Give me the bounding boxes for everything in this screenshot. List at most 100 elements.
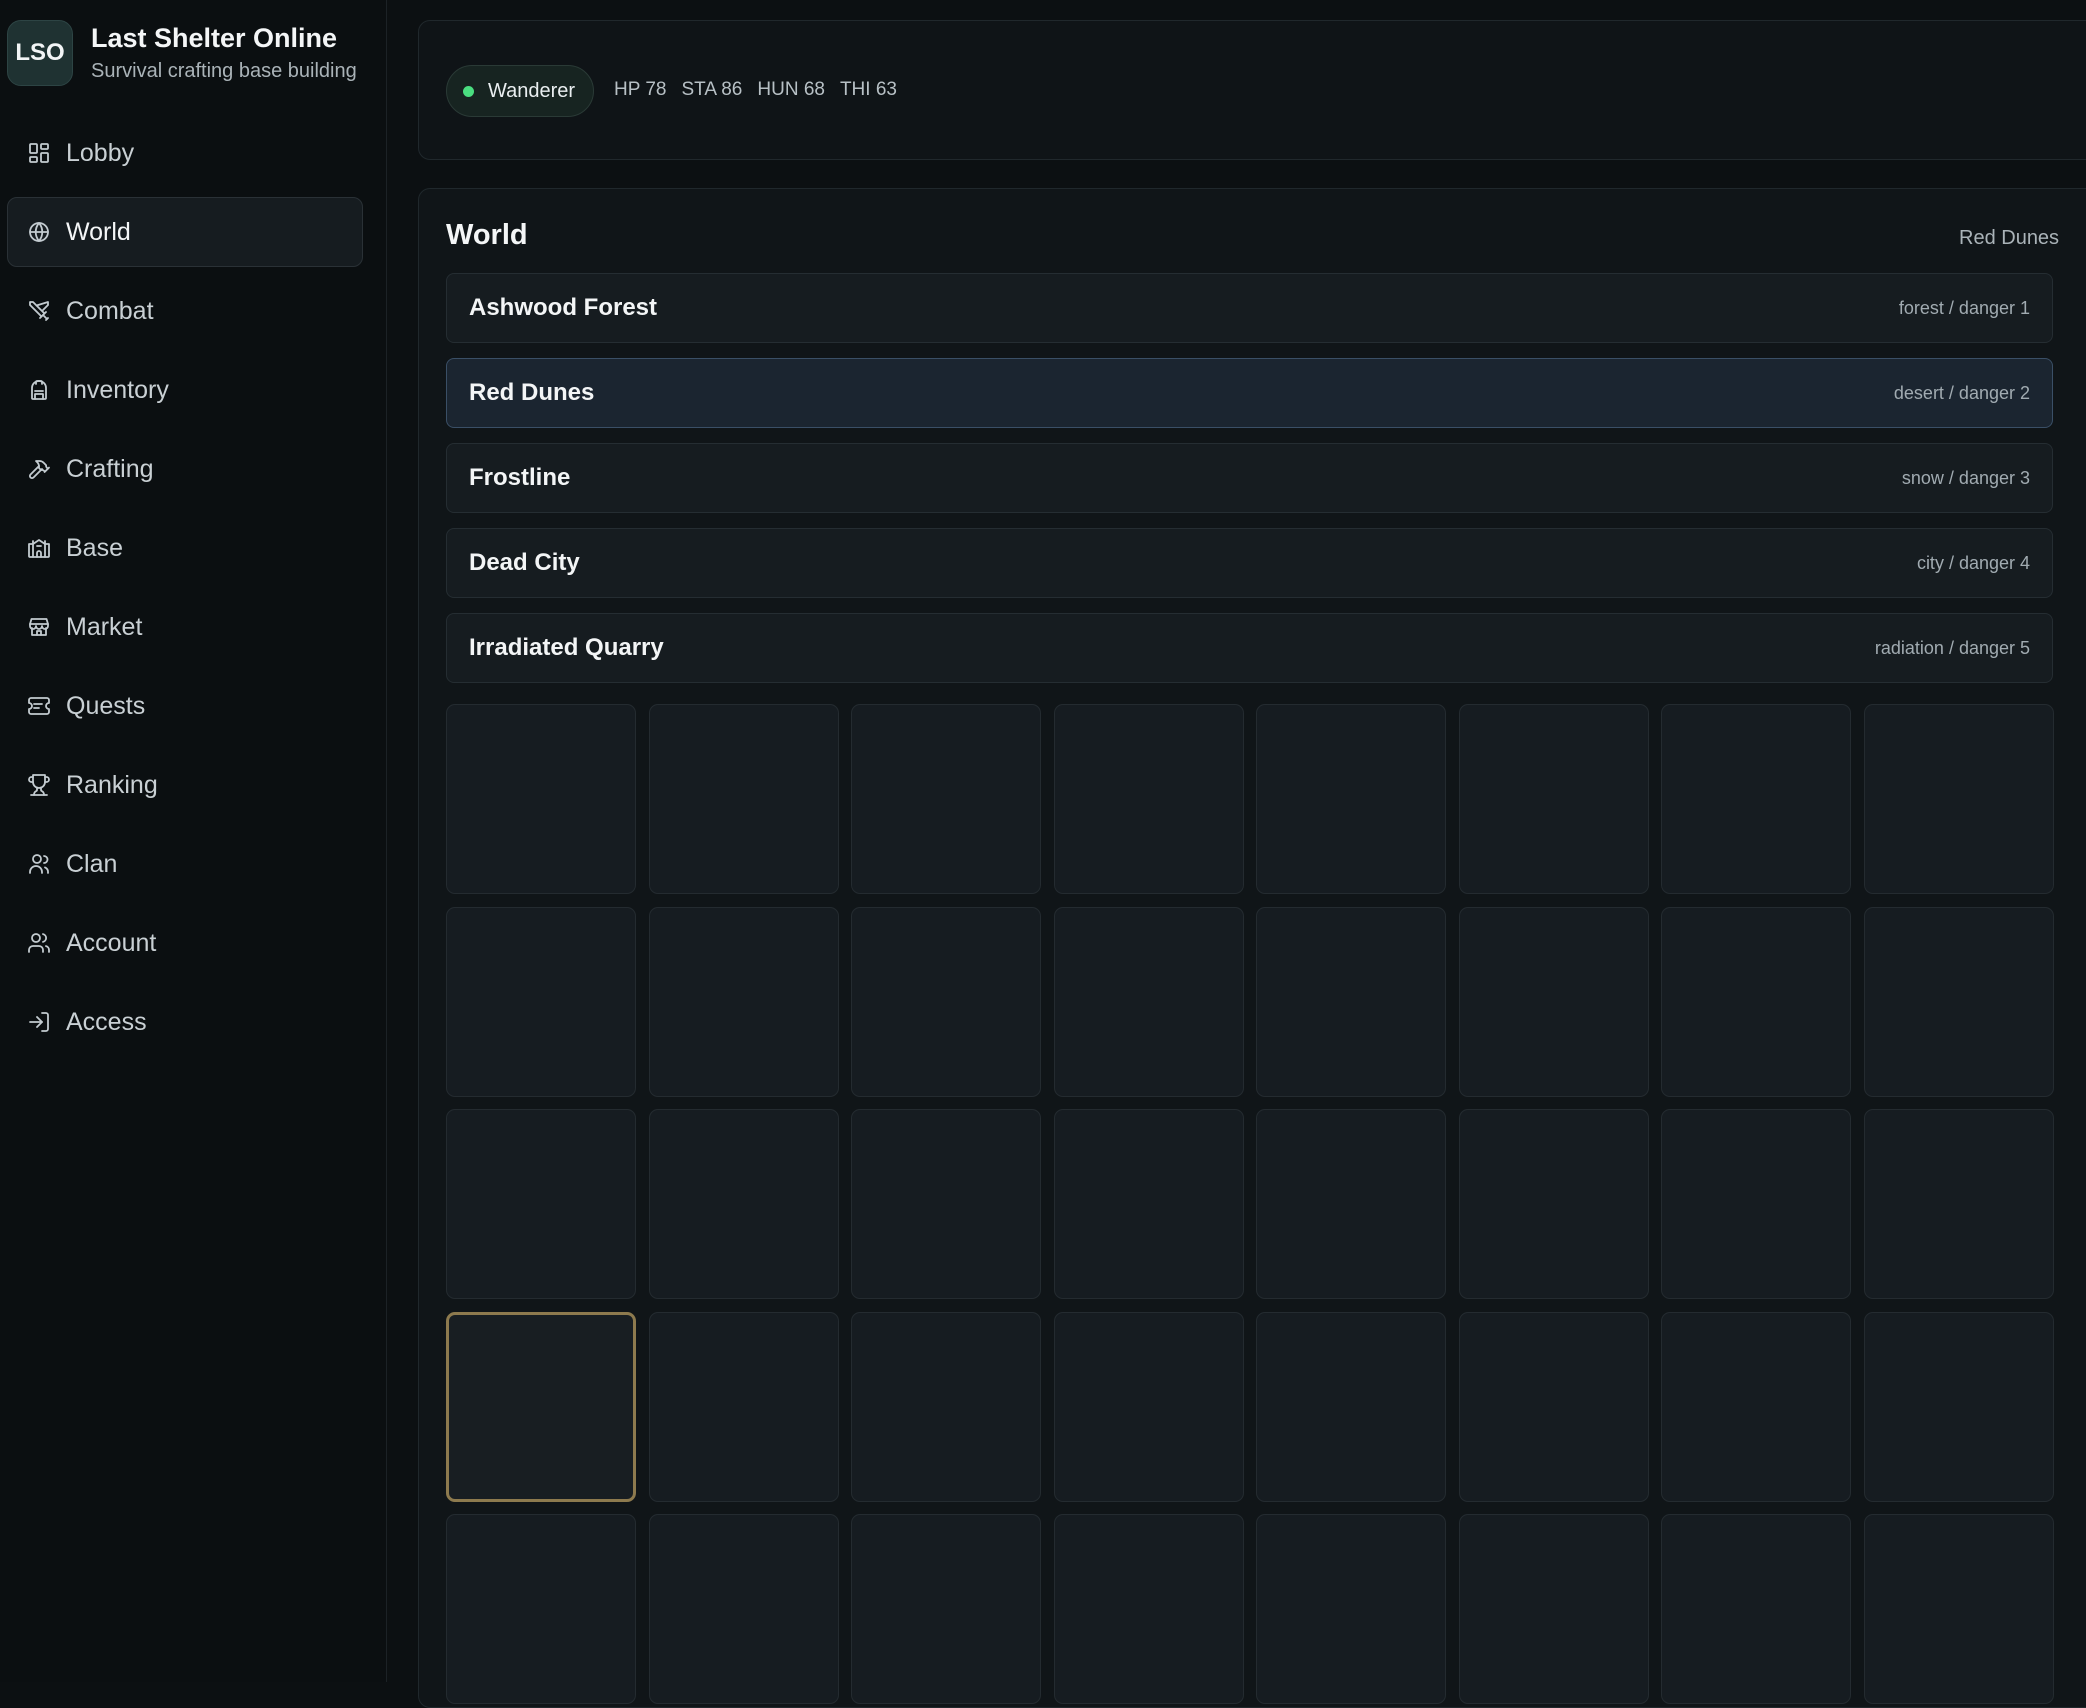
sidebar-item-label: Crafting: [66, 454, 154, 483]
sidebar-item-label: Quests: [66, 691, 146, 720]
sidebar-item-label: Clan: [66, 849, 118, 878]
map-tile[interactable]: [1256, 704, 1446, 894]
sidebar-nav: Lobby World Combat Inventory Crafting Ba…: [7, 118, 363, 1066]
region-meta: forest / danger 1: [1898, 297, 2030, 318]
map-tile[interactable]: [648, 704, 839, 894]
app-title: Last Shelter Online: [91, 23, 338, 53]
map-tile[interactable]: [1661, 906, 1851, 1097]
map-tile[interactable]: [1863, 1109, 2054, 1299]
map-tile[interactable]: [1458, 1311, 1649, 1502]
ticket-icon: [26, 693, 52, 719]
map-tile[interactable]: [1863, 704, 2054, 894]
store-icon: [26, 614, 52, 640]
hammer-icon: [26, 456, 52, 482]
grid-icon: [26, 140, 52, 166]
sidebar-item-inventory[interactable]: Inventory: [7, 355, 363, 425]
map-tile[interactable]: [1458, 906, 1649, 1097]
sidebar-item-world[interactable]: World: [7, 197, 363, 267]
map-tile[interactable]: [1053, 1109, 1244, 1299]
region-item-irradiated-quarry[interactable]: Irradiated Quarry radiation / danger 5: [446, 613, 2053, 683]
sidebar-item-label: Lobby: [66, 138, 135, 167]
sidebar-item-access[interactable]: Access: [7, 987, 363, 1057]
map-tile[interactable]: [1053, 704, 1244, 894]
map-tile[interactable]: [1256, 1514, 1446, 1704]
region-meta: city / danger 4: [1916, 552, 2030, 573]
map-tile[interactable]: [1458, 1514, 1649, 1704]
sidebar-item-quests[interactable]: Quests: [7, 671, 363, 741]
region-name: Frostline: [469, 464, 571, 491]
map-tile[interactable]: [1458, 1109, 1649, 1299]
stat-hp: HP 78: [614, 79, 667, 100]
sidebar-item-label: Ranking: [66, 770, 158, 799]
region-item-frostline[interactable]: Frostline snow / danger 3: [446, 443, 2053, 513]
sidebar-item-market[interactable]: Market: [7, 592, 363, 662]
sidebar-item-crafting[interactable]: Crafting: [7, 434, 363, 504]
map-tile[interactable]: [1053, 1311, 1244, 1502]
map-tile[interactable]: [1661, 704, 1851, 894]
map-tile[interactable]: [648, 1109, 839, 1299]
castle-icon: [26, 535, 52, 561]
map-tile[interactable]: [851, 906, 1041, 1097]
region-item-red-dunes[interactable]: Red Dunes desert / danger 2: [446, 358, 2053, 428]
region-meta: snow / danger 3: [1901, 467, 2030, 488]
map-tile-current[interactable]: [446, 1311, 636, 1502]
region-name: Dead City: [469, 549, 580, 576]
map-tile[interactable]: [1458, 704, 1649, 894]
map-tile[interactable]: [1863, 1514, 2054, 1704]
map-tile[interactable]: [851, 704, 1041, 894]
world-map-grid: [446, 704, 2054, 1704]
sidebar-item-clan[interactable]: Clan: [7, 829, 363, 899]
map-tile[interactable]: [1863, 906, 2054, 1097]
sidebar-item-lobby[interactable]: Lobby: [7, 118, 363, 188]
region-meta: desert / danger 2: [1893, 382, 2030, 403]
user-group-icon: [26, 851, 52, 877]
region-name: Red Dunes: [469, 379, 595, 406]
region-meta: radiation / danger 5: [1874, 637, 2030, 658]
map-tile[interactable]: [1863, 1311, 2054, 1502]
login-icon: [26, 1009, 52, 1035]
map-tile[interactable]: [1256, 1109, 1446, 1299]
player-status-panel: Wanderer HP 78 STA 86 HUN 68 THI 63: [418, 20, 2086, 160]
map-tile[interactable]: [446, 1514, 636, 1704]
map-tile[interactable]: [648, 906, 839, 1097]
current-region-label: Red Dunes: [1959, 227, 2060, 249]
map-tile[interactable]: [1053, 1514, 1244, 1704]
map-tile[interactable]: [1053, 906, 1244, 1097]
sidebar-item-label: Access: [66, 1007, 147, 1036]
sidebar: LSO Last Shelter Online Survival craftin…: [0, 0, 387, 1682]
map-tile[interactable]: [1661, 1311, 1851, 1502]
map-tile[interactable]: [648, 1514, 839, 1704]
sidebar-item-label: Market: [66, 612, 143, 641]
sidebar-item-label: World: [66, 217, 131, 246]
map-tile[interactable]: [648, 1311, 839, 1502]
trophy-icon: [26, 772, 52, 798]
player-badge[interactable]: Wanderer: [446, 65, 595, 117]
stat-thirst: THI 63: [839, 79, 897, 100]
region-item-ashwood-forest[interactable]: Ashwood Forest forest / danger 1: [446, 273, 2053, 343]
map-tile[interactable]: [851, 1514, 1041, 1704]
online-status-icon: [463, 85, 474, 97]
app-subtitle: Survival crafting base building: [91, 60, 357, 82]
sidebar-item-account[interactable]: Account: [7, 908, 363, 978]
region-item-dead-city[interactable]: Dead City city / danger 4: [446, 528, 2053, 598]
map-tile[interactable]: [446, 704, 636, 894]
app-logo[interactable]: LSO: [7, 20, 73, 86]
region-name: Irradiated Quarry: [469, 634, 664, 661]
map-tile[interactable]: [1661, 1109, 1851, 1299]
map-tile[interactable]: [851, 1109, 1041, 1299]
sidebar-item-base[interactable]: Base: [7, 513, 363, 583]
map-tile[interactable]: [851, 1311, 1041, 1502]
stat-hunger: HUN 68: [757, 79, 825, 100]
brand: LSO Last Shelter Online Survival craftin…: [7, 20, 357, 86]
map-tile[interactable]: [446, 1109, 636, 1299]
sidebar-item-combat[interactable]: Combat: [7, 276, 363, 346]
sidebar-item-ranking[interactable]: Ranking: [7, 750, 363, 820]
map-tile[interactable]: [1661, 1514, 1851, 1704]
sidebar-item-label: Account: [66, 928, 157, 957]
map-tile[interactable]: [446, 906, 636, 1097]
sidebar-item-label: Combat: [66, 296, 154, 325]
map-tile[interactable]: [1256, 1311, 1446, 1502]
map-tile[interactable]: [1256, 906, 1446, 1097]
backpack-icon: [26, 377, 52, 403]
region-name: Ashwood Forest: [469, 294, 658, 321]
